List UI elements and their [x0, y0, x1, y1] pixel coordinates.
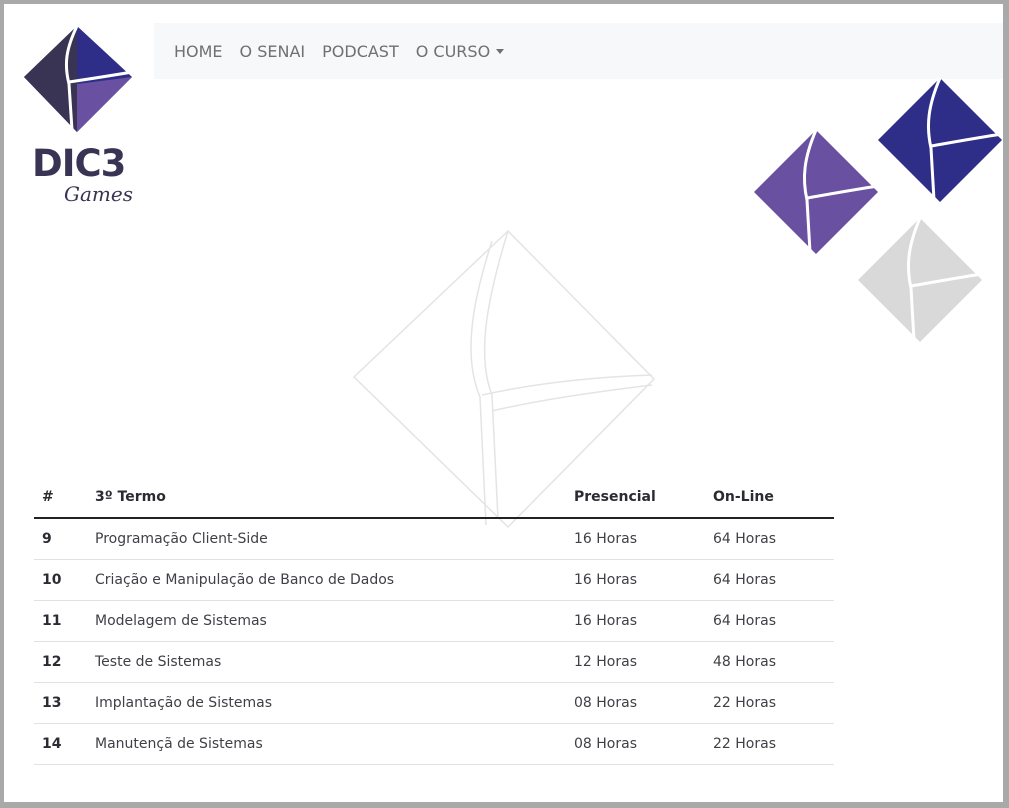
table-row: 13 Implantação de Sistemas 08 Horas 22 H… [34, 682, 834, 724]
course-table: # 3º Termo Presencial On-Line 9 Programa… [34, 477, 834, 765]
table-row: 11 Modelagem de Sistemas 16 Horas 64 Hor… [34, 600, 834, 642]
row-number: 10 [34, 559, 87, 601]
blue-diamond-icon [878, 77, 1003, 202]
page: DIC3 Games HOME O SENAI PODCAST O CURSO [4, 4, 1003, 802]
nav-podcast[interactable]: PODCAST [322, 42, 399, 61]
table-row: 10 Criação e Manipulação de Banco de Dad… [34, 559, 834, 601]
row-number: 14 [34, 723, 87, 765]
row-online: 64 Horas [705, 600, 834, 642]
logo-tagline: Games [64, 182, 133, 206]
logo-wordmark: DIC3 [32, 142, 126, 185]
row-presencial: 16 Horas [566, 518, 705, 560]
col-presencial-header: Presencial [566, 477, 705, 519]
row-presencial: 16 Horas [566, 600, 705, 642]
row-number: 11 [34, 600, 87, 642]
navbar: HOME O SENAI PODCAST O CURSO [154, 23, 1003, 79]
row-course-name: Manutençã de Sistemas [87, 723, 566, 765]
row-presencial: 12 Horas [566, 641, 705, 683]
diamond-logo-icon [24, 25, 133, 132]
gray-diamond-icon [858, 217, 983, 342]
table-header-row: # 3º Termo Presencial On-Line [34, 477, 834, 519]
nav-o-curso-label: O CURSO [415, 41, 491, 61]
nav-o-senai[interactable]: O SENAI [240, 42, 306, 61]
row-online: 64 Horas [705, 559, 834, 601]
nav-o-curso-dropdown[interactable]: O CURSO [415, 41, 505, 61]
col-term-header: 3º Termo [87, 477, 566, 519]
site-logo[interactable]: DIC3 Games [24, 24, 136, 210]
col-number-header: # [34, 477, 87, 519]
nav-home[interactable]: HOME [174, 42, 223, 61]
row-number: 12 [34, 641, 87, 683]
col-online-header: On-Line [705, 477, 834, 519]
row-online: 64 Horas [705, 518, 834, 560]
table-row: 12 Teste de Sistemas 12 Horas 48 Horas [34, 641, 834, 683]
row-online: 48 Horas [705, 641, 834, 683]
row-number: 9 [34, 518, 87, 560]
row-online: 22 Horas [705, 682, 834, 724]
row-presencial: 16 Horas [566, 559, 705, 601]
row-presencial: 08 Horas [566, 723, 705, 765]
row-course-name: Criação e Manipulação de Banco de Dados [87, 559, 566, 601]
row-course-name: Programação Client-Side [87, 518, 566, 560]
row-course-name: Implantação de Sistemas [87, 682, 566, 724]
row-number: 13 [34, 682, 87, 724]
row-course-name: Teste de Sistemas [87, 641, 566, 683]
chevron-down-icon [496, 48, 505, 54]
table-row: 9 Programação Client-Side 16 Horas 64 Ho… [34, 518, 834, 560]
row-online: 22 Horas [705, 723, 834, 765]
table-row: 14 Manutençã de Sistemas 08 Horas 22 Hor… [34, 723, 834, 765]
row-presencial: 08 Horas [566, 682, 705, 724]
row-course-name: Modelagem de Sistemas [87, 600, 566, 642]
